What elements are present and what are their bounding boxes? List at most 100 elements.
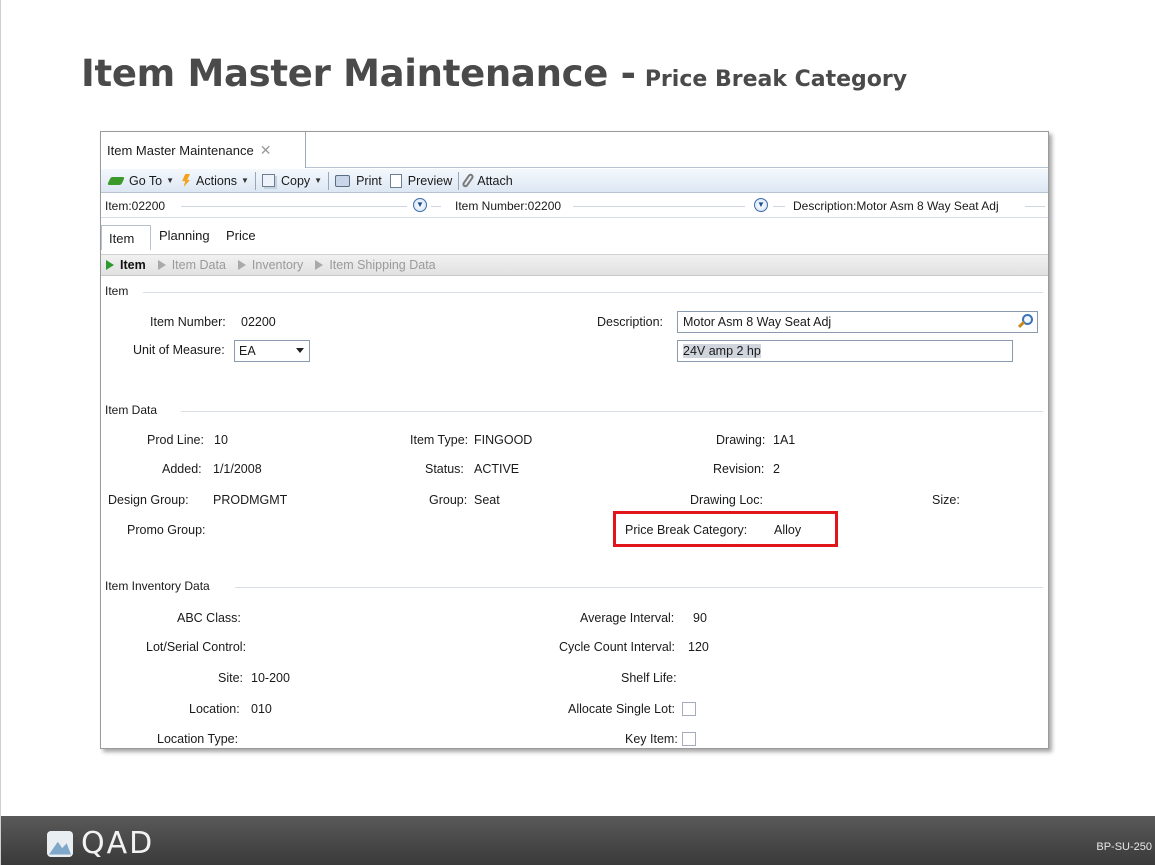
slide-code: BP-SU-250 xyxy=(1096,841,1152,853)
description2-value: 24V amp 2 hp xyxy=(683,344,761,358)
paperclip-icon xyxy=(461,172,476,189)
drawing-label: Drawing: xyxy=(716,433,766,447)
drawing-loc-label: Drawing Loc: xyxy=(690,493,763,507)
drawing-value: 1A1 xyxy=(773,433,796,447)
slide-title: Item Master Maintenance - Price Break Ca… xyxy=(81,52,907,95)
document-tab-label: Item Master Maintenance xyxy=(107,142,254,158)
description-field[interactable]: Motor Asm 8 Way Seat Adj xyxy=(677,311,1038,333)
document-tabstrip: Item Master Maintenance ✕ xyxy=(101,132,1048,168)
prod-line-label: Prod Line: xyxy=(147,433,204,447)
allocate-single-lot-checkbox[interactable] xyxy=(682,702,696,716)
divider xyxy=(773,206,785,207)
toolbar-separator xyxy=(254,171,256,190)
printer-icon xyxy=(335,174,351,187)
location-label: Location: xyxy=(189,702,240,716)
copy-icon xyxy=(261,174,275,187)
divider xyxy=(181,206,407,207)
step-item-shipping-data[interactable]: Item Shipping Data xyxy=(315,258,436,272)
promo-group-label: Promo Group: xyxy=(127,523,206,537)
section-item-title: Item xyxy=(105,284,129,298)
dropdown-arrow-icon: ▼ xyxy=(166,176,175,185)
item-type-label: Item Type: xyxy=(410,433,469,447)
goto-label: Go To xyxy=(129,173,163,188)
qad-logo-icon xyxy=(47,830,73,857)
section-inventory-title: Item Inventory Data xyxy=(105,579,210,593)
uom-label: Unit of Measure: xyxy=(133,343,225,357)
logo-text: QAD xyxy=(81,826,155,861)
toolbar-separator xyxy=(458,171,460,190)
preview-icon xyxy=(389,173,402,188)
divider xyxy=(573,206,745,207)
item-number-label: Item Number: xyxy=(150,315,226,329)
print-button[interactable]: Print xyxy=(331,170,386,192)
slide-title-main: Item Master Maintenance - xyxy=(81,52,636,95)
shelf-life-label: Shelf Life: xyxy=(621,671,677,685)
description-label: Description: xyxy=(597,315,663,329)
step-label: Item Shipping Data xyxy=(329,258,436,272)
preview-label: Preview xyxy=(407,173,453,188)
description2-field[interactable]: 24V amp 2 hp xyxy=(677,340,1013,362)
step-item-data[interactable]: Item Data xyxy=(157,258,226,272)
tab-planning[interactable]: Planning xyxy=(159,228,210,243)
toolbar-separator xyxy=(328,171,330,190)
play-arrow-icon xyxy=(157,260,166,270)
description-value: Motor Asm 8 Way Seat Adj xyxy=(683,315,832,329)
key-item-checkbox[interactable] xyxy=(682,732,696,746)
tab-price[interactable]: Price xyxy=(226,228,256,243)
goto-button[interactable]: Go To ▼ xyxy=(105,170,178,192)
attach-button[interactable]: Attach xyxy=(461,170,516,192)
slide: Item Master Maintenance - Price Break Ca… xyxy=(0,0,1155,865)
design-group-value: PRODMGMT xyxy=(213,493,288,507)
lightning-icon xyxy=(182,174,191,187)
key-fields-row: Item:02200 ▼ Item Number:02200 ▼ Descrip… xyxy=(101,194,1048,218)
allocate-single-lot-label: Allocate Single Lot: xyxy=(568,702,676,716)
key-item-number: Item Number:02200 xyxy=(455,199,562,213)
actions-label: Actions xyxy=(196,173,238,188)
key-item-label: Key Item: xyxy=(625,732,678,746)
close-icon[interactable]: ✕ xyxy=(260,142,272,159)
revision-label: Revision: xyxy=(713,462,765,476)
section-divider xyxy=(181,411,1043,412)
cycle-count-interval-label: Cycle Count Interval: xyxy=(559,640,676,654)
document-tab[interactable]: Item Master Maintenance ✕ xyxy=(101,132,306,168)
average-interval-value: 90 xyxy=(693,611,707,625)
chevron-down-icon[interactable]: ▼ xyxy=(754,198,768,212)
key-item: Item:02200 xyxy=(105,199,166,213)
section-divider xyxy=(143,292,1043,293)
preview-button[interactable]: Preview xyxy=(386,170,456,192)
copy-button[interactable]: Copy ▼ xyxy=(258,170,326,192)
key-description: Description:Motor Asm 8 Way Seat Adj xyxy=(793,199,999,213)
prod-line-value: 10 xyxy=(214,433,228,447)
uom-select[interactable]: EA xyxy=(234,340,310,362)
average-interval-label: Average Interval: xyxy=(580,611,675,625)
search-icon[interactable] xyxy=(1017,314,1033,329)
attach-label: Attach xyxy=(477,173,513,188)
step-inventory[interactable]: Inventory xyxy=(237,258,304,272)
step-label: Inventory xyxy=(251,258,304,272)
step-label: Item Data xyxy=(171,258,226,272)
size-label: Size: xyxy=(932,493,960,507)
chevron-down-icon xyxy=(296,348,304,353)
design-group-label: Design Group: xyxy=(108,493,189,507)
site-value: 10-200 xyxy=(251,671,290,685)
added-label: Added: xyxy=(162,462,202,476)
play-arrow-icon xyxy=(237,260,246,270)
tab-item[interactable]: Item xyxy=(101,225,151,250)
dropdown-arrow-icon: ▼ xyxy=(241,176,249,185)
step-item[interactable]: Item xyxy=(106,258,146,272)
goto-icon xyxy=(107,176,125,185)
location-type-label: Location Type: xyxy=(157,732,239,746)
app-window: Item Master Maintenance ✕ Go To ▼ Action… xyxy=(100,131,1049,749)
actions-button[interactable]: Actions ▼ xyxy=(178,170,253,192)
divider xyxy=(1025,206,1045,207)
lot-serial-label: Lot/Serial Control: xyxy=(146,640,247,654)
chevron-down-icon[interactable]: ▼ xyxy=(413,198,427,212)
dropdown-arrow-icon: ▼ xyxy=(314,176,323,185)
status-value: ACTIVE xyxy=(474,462,520,476)
play-arrow-icon xyxy=(315,260,324,270)
qad-logo: QAD xyxy=(47,826,154,861)
section-item-data-title: Item Data xyxy=(105,403,158,417)
footer: QAD BP-SU-250 xyxy=(1,816,1155,865)
slide-title-sub: Price Break Category xyxy=(644,67,908,92)
step-navigation: Item Item Data Inventory Item Shipping D… xyxy=(101,254,1048,276)
